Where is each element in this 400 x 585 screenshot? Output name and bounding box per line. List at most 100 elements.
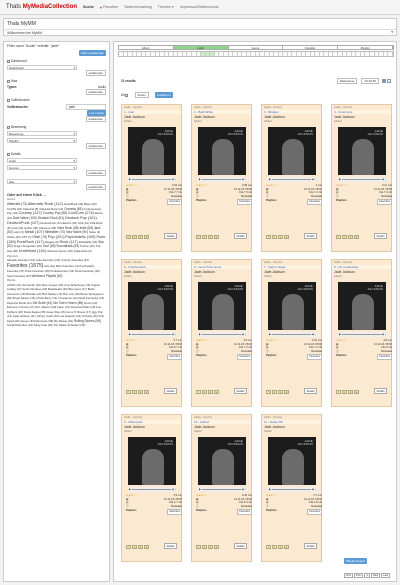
tag-link[interactable]: Soundtrack (53)	[56, 244, 79, 248]
volume-icon[interactable]: ◀	[172, 178, 174, 181]
tag-link[interactable]: Die Toten Hosen (85)	[53, 301, 83, 305]
tag-link[interactable]: Led Zeppelin (31)	[59, 314, 81, 318]
tag-link[interactable]: Alternativ (73)	[7, 202, 27, 206]
track-card[interactable]: Audio - Country 8 - No Curtainstop Jade …	[331, 259, 392, 407]
delete-icon[interactable]: ✕	[214, 545, 219, 549]
download-icon[interactable]: ↓	[336, 235, 341, 239]
play-icon[interactable]: ▶	[269, 333, 271, 336]
tag-link[interactable]: AudioBook (49)	[64, 202, 83, 206]
page-link[interactable]: Last	[381, 573, 391, 578]
tag-link[interactable]: Comedy (65)	[64, 207, 82, 211]
favorites-select[interactable]: Favorites	[307, 199, 322, 205]
volume-icon[interactable]: ◀	[312, 178, 314, 181]
page-link[interactable]: First	[344, 573, 354, 578]
volume-icon[interactable]: ◀	[312, 488, 314, 491]
execute-button[interactable]: Ausführen	[154, 92, 173, 98]
tag-link[interactable]: Johnny Cash (33)	[36, 314, 58, 318]
details-button[interactable]: Details	[164, 388, 177, 394]
metadata-link[interactable]: Metadata	[241, 195, 252, 199]
share-icon[interactable]: ⇪	[208, 235, 213, 239]
tag-link[interactable]: Bryan Adams (15)	[13, 296, 35, 300]
share-icon[interactable]: ⇪	[278, 390, 283, 394]
details-button[interactable]: Details	[234, 388, 247, 394]
audio-player[interactable]: ▶ ◀ ⋮	[338, 332, 388, 337]
tag-link[interactable]: Oldies (30)	[7, 235, 21, 239]
favorites-select[interactable]: Favorites	[237, 199, 252, 205]
track-card[interactable]: Audio - Country 4 - Fresh Line Jade Jack…	[331, 104, 392, 252]
tag-link[interactable]: Country (127)	[19, 211, 42, 215]
album-cover[interactable]: JADE JACKSON	[198, 437, 246, 485]
tag-link[interactable]: Chuck Berry (12)	[36, 296, 57, 300]
letter-index-cell[interactable]	[388, 52, 393, 56]
track-album[interactable]: Gilded	[122, 275, 181, 278]
album-cover[interactable]: JADE JACKSON	[268, 282, 316, 330]
track-card[interactable]: Audio - Country 3 - Bridges Jade Jackson…	[261, 104, 322, 252]
album-cover[interactable]: JADE JACKSON	[268, 437, 316, 485]
edit-icon[interactable]: ✎	[342, 390, 347, 394]
album-cover[interactable]: JADE JACKSON	[128, 127, 176, 175]
seek-bar[interactable]	[271, 334, 311, 335]
tag-link[interactable]: Indie (65)	[80, 226, 93, 230]
favorites-select[interactable]: Favorites	[307, 354, 322, 360]
share-icon[interactable]: ⇪	[278, 235, 283, 239]
seek-bar[interactable]	[271, 179, 311, 180]
more-icon[interactable]: ⋮	[245, 178, 248, 181]
volume-icon[interactable]: ◀	[312, 333, 314, 336]
details-button[interactable]: Details	[304, 543, 317, 549]
audio-player[interactable]: ▶ ◀ ⋮	[338, 177, 388, 182]
tag-link[interactable]: Techno (31)	[80, 244, 95, 249]
tag-link[interactable]: Singer-Songwriter (20)	[14, 244, 42, 249]
genres-select[interactable]: Genres ▾	[7, 165, 77, 170]
wer-select[interactable]: Wer ▾	[7, 179, 77, 184]
seek-bar[interactable]	[131, 489, 171, 490]
tag-link[interactable]: Funk (20)	[11, 226, 23, 230]
tag-link[interactable]: Queen (33)	[20, 319, 34, 323]
edit-icon[interactable]: ✎	[272, 390, 277, 394]
list-view-icon[interactable]	[387, 79, 391, 83]
page-link[interactable]: Next	[370, 573, 381, 578]
track-card[interactable]: Audio - Country 2 - Bath White Jade Jack…	[191, 104, 252, 252]
tag-link[interactable]: Alternativ Rock (112)	[28, 202, 63, 206]
delete-icon[interactable]: ✕	[354, 390, 359, 394]
tag-link[interactable]: Aerosmith (19)	[22, 283, 40, 287]
delete-icon[interactable]: ✕	[354, 235, 359, 239]
tag-link[interactable]: Deutschrock (21)	[40, 221, 61, 225]
favorites-select[interactable]: Favorites	[377, 199, 392, 205]
tag-link[interactable]: Hits (10)	[44, 264, 55, 268]
tag-link[interactable]: PunkRock (117)	[17, 240, 44, 244]
sort-select[interactable]: Dateiname	[336, 78, 358, 84]
tag-link[interactable]: Noise (4)	[89, 230, 100, 234]
tag-link[interactable]: Gothic (38)	[24, 226, 38, 230]
delete-icon[interactable]: ✕	[214, 390, 219, 394]
more-icon[interactable]: ⋮	[175, 333, 178, 336]
favorites-select[interactable]: Favorites	[167, 509, 182, 515]
tag-link[interactable]: Bee Gees (17)	[69, 287, 87, 292]
delete-icon[interactable]: ✕	[284, 545, 289, 549]
metadata-link[interactable]: Metadata	[171, 195, 182, 199]
tag-link[interactable]: Ton Steine Scherben (23)	[54, 323, 86, 327]
hide-button[interactable]: ausblenden	[85, 184, 106, 190]
delete-icon[interactable]: ✕	[284, 390, 289, 394]
download-icon[interactable]: ↓	[126, 545, 131, 549]
play-icon[interactable]: ▶	[269, 178, 271, 181]
edit-icon[interactable]: ✎	[132, 545, 137, 549]
more-icon[interactable]: ⋮	[245, 333, 248, 336]
tag-link[interactable]: Mittelalter (70)	[45, 230, 65, 234]
tag-link[interactable]: PunkFavoriten (32)	[50, 269, 74, 273]
hide-button[interactable]: ausblenden	[85, 143, 106, 149]
share-icon[interactable]: ⇪	[208, 390, 213, 394]
edit-icon[interactable]: ✎	[132, 390, 137, 394]
delete-icon[interactable]: ✕	[214, 235, 219, 239]
playlist-select[interactable]: Playlist ▾	[7, 138, 77, 143]
tag-link[interactable]: Soul Favorites (20)	[7, 274, 31, 278]
share-icon[interactable]: ⇪	[348, 390, 353, 394]
play-icon[interactable]: ▶	[129, 333, 131, 336]
tag-link[interactable]: Pop (201)	[48, 235, 65, 239]
play-icon[interactable]: ▶	[199, 333, 201, 336]
tag-link[interactable]: Creedence (22)	[58, 296, 77, 300]
share-icon[interactable]: ⇪	[138, 390, 143, 394]
hide-filter-button[interactable]: Filter ausblenden	[78, 50, 106, 56]
track-album[interactable]: Gilded	[262, 430, 321, 433]
more-icon[interactable]: ⋮	[315, 488, 318, 491]
tag-link[interactable]: CoolCore (274)	[68, 211, 94, 215]
